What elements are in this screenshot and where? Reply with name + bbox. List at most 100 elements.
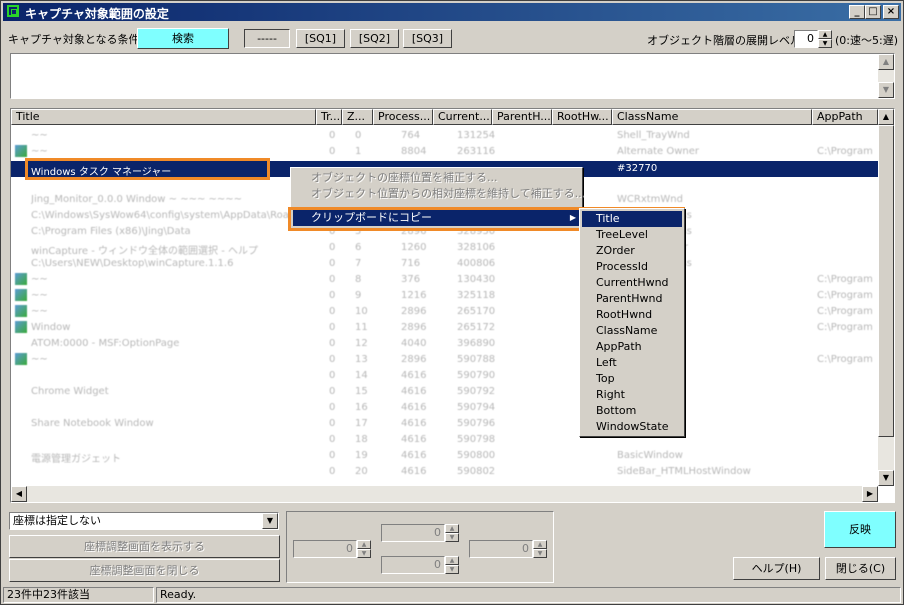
table-row[interactable]: ATOM:0000 - MSF:OptionPage 0 12 4040 396890 [11, 336, 878, 352]
submenu-item-left[interactable]: Left [582, 355, 682, 371]
list-scroll-left-icon[interactable]: ◀ [11, 486, 27, 502]
list-scroll-thumb[interactable] [878, 125, 894, 437]
submenu-item-top[interactable]: Top [582, 371, 682, 387]
table-row[interactable]: Share Notebook Window 0 17 4616 590796 [11, 416, 878, 432]
table-row[interactable]: ~~ 0 0 764 131254 Shell_TrayWnd [11, 128, 878, 144]
col-treelevel[interactable]: Tr... [316, 109, 342, 125]
submenu-item-bottom[interactable]: Bottom [582, 403, 682, 419]
row-cell-title: ATOM:0000 - MSF:OptionPage [31, 338, 180, 349]
minimize-button[interactable]: _ [849, 5, 865, 19]
row-cell-app: C:\Program [817, 306, 873, 317]
list-scroll-up-icon[interactable]: ▲ [878, 109, 894, 125]
close-adjust-button[interactable]: 座標調整画面を閉じる [9, 559, 280, 582]
submenu-item-zorder[interactable]: ZOrder [582, 243, 682, 259]
table-row[interactable]: C:\Users\NEW\Desktop\winCapture.1.1.6 0 7 7… [11, 256, 878, 272]
submenu-item-classname[interactable]: ClassName [582, 323, 682, 339]
table-row[interactable]: Chrome Widget 0 15 4616 590792 [11, 384, 878, 400]
sq2-button[interactable]: [SQ2] [350, 29, 399, 48]
list-vscrollbar[interactable]: ▲ ▼ [878, 109, 894, 486]
depth-hint: (0:速～5:遅) [835, 34, 898, 47]
row-cell-tr: 0 [329, 242, 336, 253]
maximize-button[interactable]: □ [865, 5, 881, 19]
submenu-item-treelevel[interactable]: TreeLevel [582, 227, 682, 243]
table-row[interactable]: winCapture - ウィンドウ全体の範囲選択 - ヘルプ 0 6 1260 328… [11, 240, 878, 257]
list-scroll-down-icon[interactable]: ▼ [878, 470, 894, 486]
list-hscrollbar[interactable]: ◀ ▶ [11, 486, 878, 502]
spin-top[interactable]: 0 ▲ ▼ [381, 524, 459, 542]
submenu-item-title[interactable]: Title [582, 211, 682, 227]
submenu-item-roothwnd[interactable]: RootHwnd [582, 307, 682, 323]
col-apppath[interactable]: AppPath [812, 109, 878, 125]
table-row[interactable]: 電源管理ガジェット 0 19 4616 590800 BasicWindow [11, 448, 878, 465]
close-button[interactable]: 閉じる(C) [825, 557, 896, 580]
spin-bottom-updown[interactable]: ▲ ▼ [445, 556, 459, 574]
spin-left-updown[interactable]: ▲ ▼ [357, 540, 371, 558]
table-row[interactable]: 0 20 4616 590802 SideBar_HTMLHostWindow [11, 464, 878, 480]
list-scroll-right-icon[interactable]: ▶ [862, 486, 878, 502]
depth-updown[interactable]: ▲ ▼ [818, 30, 832, 48]
spin-top-updown[interactable]: ▲ ▼ [445, 524, 459, 542]
depth-label: オブジェクト階層の展開レベル: [647, 34, 805, 47]
sq1-button[interactable]: [SQ1] [296, 29, 345, 48]
dash-condition-button[interactable]: ----- [244, 29, 290, 48]
submenu-item-processid[interactable]: ProcessId [582, 259, 682, 275]
row-cell-title: 電源管理ガジェット [31, 454, 121, 465]
table-row[interactable]: ~~ 0 8 376 130430 C:\Program [11, 272, 878, 288]
title-bar[interactable]: キャプチャ対象範囲の設定 _ □ × [3, 3, 901, 21]
table-row[interactable]: 0 18 4616 590798 [11, 432, 878, 448]
spin-right-value[interactable]: 0 [469, 540, 533, 558]
depth-value[interactable]: 0 [794, 30, 818, 48]
col-currenthwnd[interactable]: Current... [433, 109, 492, 125]
coord-select[interactable]: 座標は指定しない ▼ [9, 512, 279, 530]
spin-top-value[interactable]: 0 [381, 524, 445, 542]
spin-right[interactable]: 0 ▲ ▼ [469, 540, 547, 558]
col-roothwnd[interactable]: RootHw... [552, 109, 612, 125]
help-button[interactable]: ヘルプ(H) [733, 557, 820, 580]
col-parenthwnd[interactable]: ParentH... [492, 109, 552, 125]
row-cell-z: 1 [355, 146, 362, 157]
show-adjust-button[interactable]: 座標調整画面を表示する [9, 535, 280, 558]
col-zorder[interactable]: Z... [342, 109, 373, 125]
search-button[interactable]: 検索 [137, 28, 229, 49]
table-row[interactable]: ~~ 0 9 1216 325118 C:\Program [11, 288, 878, 304]
row-cell-title: Jing_Monitor_0.0.0 Window ~ ~~~ ~~~~ [31, 194, 243, 205]
submenu-item-apppath[interactable]: AppPath [582, 339, 682, 355]
spin-left-value[interactable]: 0 [293, 540, 357, 558]
row-cell-z: 12 [355, 338, 368, 349]
selected-row-classname: #32770 [617, 163, 658, 174]
menu-item-correct-position[interactable]: オブジェクトの座標位置を補正する... [293, 170, 580, 186]
spin-bottom[interactable]: 0 ▲ ▼ [381, 556, 459, 574]
row-cell-title: ~~ [31, 354, 48, 365]
table-row[interactable]: 0 16 4616 590794 [11, 400, 878, 416]
table-row[interactable]: 0 14 4616 590790 [11, 368, 878, 384]
sq3-button[interactable]: [SQ3] [403, 29, 452, 48]
textarea-scrollbar[interactable]: ▲ ▼ [878, 54, 894, 98]
depth-stepper[interactable]: 0 ▲ ▼ [794, 30, 832, 48]
table-row[interactable]: ~~ 0 10 2896 265170 C:\Program [11, 304, 878, 320]
row-cell-cur: 590794 [457, 402, 496, 413]
copy-submenu: Title TreeLevel ZOrder ProcessId CurrentHwnd… [579, 208, 685, 437]
table-row[interactable]: Window 0 11 2896 265172 C:\Program [11, 320, 878, 336]
row-cell-title: winCapture - ウィンドウ全体の範囲選択 - ヘルプ [31, 246, 258, 257]
row-cell-z: 13 [355, 354, 368, 365]
apply-button[interactable]: 反映 [824, 511, 896, 548]
row-cell-tr: 0 [329, 146, 336, 157]
col-classname[interactable]: ClassName [612, 109, 812, 125]
submenu-item-windowstate[interactable]: WindowState [582, 419, 682, 435]
table-row[interactable]: ~~ 0 13 2896 590788 C:\Program [11, 352, 878, 368]
row-cell-proc: 2896 [401, 322, 427, 333]
col-processid[interactable]: Process... [373, 109, 433, 125]
scroll-down-icon[interactable]: ▼ [878, 82, 894, 98]
col-title[interactable]: Title [11, 109, 316, 125]
close-window-button[interactable]: × [883, 5, 899, 19]
condition-textarea[interactable]: ▲ ▼ [10, 53, 895, 99]
submenu-item-parenthwnd[interactable]: ParentHwnd [582, 291, 682, 307]
menu-item-keep-relative[interactable]: オブジェクト位置からの相対座標を維持して補正する... [293, 186, 585, 202]
submenu-item-right[interactable]: Right [582, 387, 682, 403]
submenu-item-currenthwnd[interactable]: CurrentHwnd [582, 275, 682, 291]
scroll-up-icon[interactable]: ▲ [878, 54, 894, 70]
coord-dropdown-icon[interactable]: ▼ [262, 513, 278, 529]
spin-bottom-value[interactable]: 0 [381, 556, 445, 574]
spin-left[interactable]: 0 ▲ ▼ [293, 540, 371, 558]
spin-right-updown[interactable]: ▲ ▼ [533, 540, 547, 558]
